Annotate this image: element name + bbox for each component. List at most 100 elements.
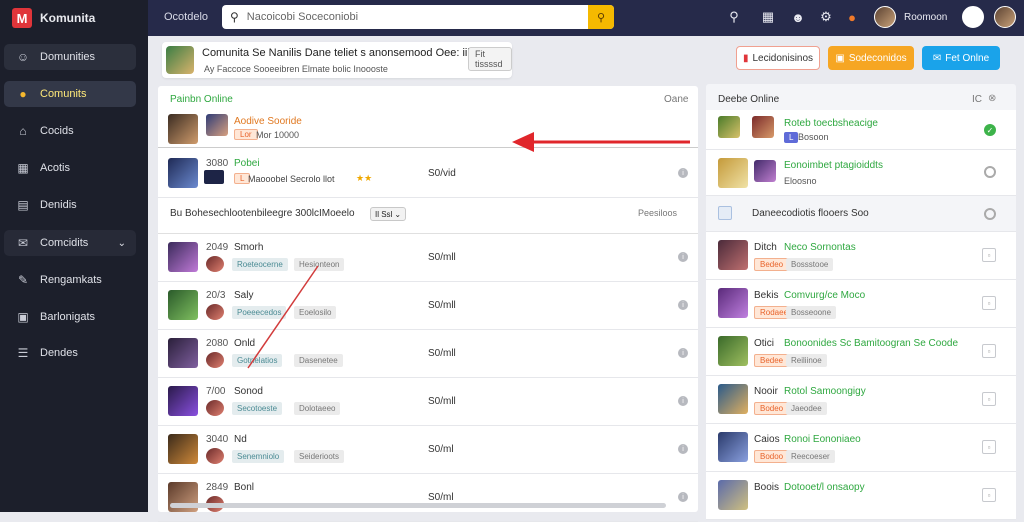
- sidebar-item-comcidits[interactable]: ✉ Comcidits ⌄: [4, 230, 136, 256]
- community-header: Comunita Se Nanilis Dane teliet s anonse…: [162, 42, 512, 78]
- item-name: Boois: [754, 482, 780, 493]
- info-icon[interactable]: i: [678, 396, 688, 406]
- breadcrumb[interactable]: Ocotdelo: [164, 11, 208, 23]
- header-button-3[interactable]: ✉ Fet Onlne: [922, 46, 1000, 70]
- subsection-action[interactable]: Peesiloos: [638, 208, 677, 218]
- sidebar-item-cocids[interactable]: ⌂ Cocids: [4, 118, 136, 144]
- subsection-header: Bu Bohesechlootenbileegre 300lcIMoeelo I…: [158, 198, 698, 234]
- avatar[interactable]: [962, 6, 984, 28]
- calendar-icon: ▦: [17, 161, 29, 175]
- item-name: Onld: [234, 338, 256, 349]
- list-icon: ☰: [17, 346, 29, 360]
- item-detail: Eloosno: [784, 176, 817, 186]
- expand-icon[interactable]: ▫: [982, 248, 996, 262]
- expand-icon[interactable]: ▫: [982, 488, 996, 502]
- sidebar-item-rengamkats[interactable]: ✎ Rengamkats: [4, 267, 136, 293]
- user-name[interactable]: Roomoon: [904, 12, 947, 23]
- tag-badge: Bedeo: [754, 258, 790, 271]
- player-avatar: [206, 304, 224, 320]
- sidebar-item-comunits[interactable]: ● Comunits: [4, 81, 136, 107]
- tag-badge: Poeeecedos: [232, 306, 287, 319]
- filter-dropdown[interactable]: Il Ssl ⌄: [370, 207, 407, 221]
- featured-row[interactable]: Aodive Sooride Lor Mor 10000: [158, 110, 698, 148]
- featured-row[interactable]: Roteb toecbsheacige L Bosoon ✓: [706, 110, 1016, 150]
- info-icon[interactable]: i: [678, 348, 688, 358]
- table-row[interactable]: 3040 Nd Senemniolo Seiderioots S0/ml i: [158, 426, 698, 474]
- close-icon[interactable]: ⊗: [988, 93, 996, 104]
- radio-icon[interactable]: [984, 208, 996, 220]
- item-name: Saly: [234, 290, 254, 301]
- item-name: Smorh: [234, 242, 264, 253]
- game-thumbnail: [718, 116, 740, 138]
- sidebar-item-acotis[interactable]: ▦ Acotis: [4, 155, 136, 181]
- sidebar-item-barlonigats[interactable]: ▣ Barlonigats: [4, 304, 136, 330]
- item-name: Pobei: [234, 158, 260, 169]
- search-submit-button[interactable]: ⚲: [588, 5, 614, 29]
- subsection-title: Bu Bohesechlootenbileegre 300lcIMoeelo: [170, 208, 355, 219]
- subsection-header: Daneecodiotis flooers Soo: [706, 196, 1016, 232]
- expand-icon[interactable]: ▫: [982, 344, 996, 358]
- table-row[interactable]: 2049 Smorh Roeteocerne Hesionteon S0/mll…: [158, 234, 698, 282]
- settings-icon[interactable]: ⚙: [818, 9, 834, 25]
- item-name: Nd: [234, 434, 247, 445]
- search-icon[interactable]: ⚲: [726, 9, 742, 25]
- expand-icon[interactable]: ▫: [982, 296, 996, 310]
- info-icon[interactable]: i: [678, 252, 688, 262]
- status-badge[interactable]: Fit tissssd: [468, 47, 512, 71]
- item-name: Ditch: [754, 242, 777, 253]
- sidebar-item-dendes[interactable]: ☰ Dendes: [4, 340, 136, 366]
- list-item[interactable]: Nooir Rotol Samoongigy Bodeo Jaeodee ▫: [706, 376, 1016, 424]
- tag-badge: Reecoeser: [786, 450, 835, 463]
- chart-icon: ▤: [17, 198, 29, 212]
- right-panel: Deebe Online IC ⊗ Roteb toecbsheacige L …: [706, 84, 1016, 520]
- tag-badge: Bodeo: [754, 402, 790, 415]
- item-price: S0/ml: [428, 492, 454, 503]
- tag-badge: Seiderioots: [294, 450, 345, 463]
- table-row[interactable]: 2080 Onld Gotnelatios Dasenetee S0/mll i: [158, 330, 698, 378]
- expand-icon[interactable]: ▫: [982, 392, 996, 406]
- list-item[interactable]: Otici Bonoonides Sc Bamitoogran Se Coode…: [706, 328, 1016, 376]
- check-icon[interactable]: ✓: [984, 124, 996, 136]
- horizontal-scrollbar[interactable]: [170, 503, 666, 508]
- header-button-2[interactable]: ▣ Sodeconidos: [828, 46, 914, 70]
- notification-icon[interactable]: ●: [844, 9, 860, 25]
- info-icon[interactable]: i: [678, 300, 688, 310]
- section-action[interactable]: Oane: [664, 94, 688, 105]
- expand-icon[interactable]: ▫: [982, 440, 996, 454]
- player-avatar: [206, 352, 224, 368]
- info-icon[interactable]: i: [678, 168, 688, 178]
- avatar[interactable]: [994, 6, 1016, 28]
- sidebar-item-denidis[interactable]: ▤ Denidis: [4, 192, 136, 218]
- list-item[interactable]: Bekis Comvurg/ce Moco Rodaee Bosseoone ▫: [706, 280, 1016, 328]
- game-thumbnail: [168, 338, 198, 368]
- item-name: Otici: [754, 338, 774, 349]
- tag-badge: Gotnelatios: [232, 354, 283, 367]
- info-icon[interactable]: i: [678, 444, 688, 454]
- info-icon[interactable]: i: [678, 492, 688, 502]
- avatar[interactable]: [874, 6, 896, 28]
- section-action[interactable]: IC: [972, 94, 982, 105]
- item-price: S0/vid: [428, 168, 456, 179]
- search-input[interactable]: [246, 11, 580, 23]
- chat-icon: ✉: [932, 52, 942, 64]
- subsection-title: Daneecodiotis flooers Soo: [752, 208, 869, 219]
- app-logo[interactable]: M Komunita: [12, 8, 95, 28]
- table-row[interactable]: 2849 Bonl S0/ml i: [158, 474, 698, 522]
- item-name: Sonod: [234, 386, 263, 397]
- list-item[interactable]: Ditch Neco Sornontas Bedeo Bossstooe ▫: [706, 232, 1016, 280]
- list-item[interactable]: Caios Ronoi Eononiaeo Bodoo Reecoeser ▫: [706, 424, 1016, 472]
- emoji-icon[interactable]: ☻: [790, 9, 806, 25]
- list-item[interactable]: Boois Dotooet/l onsaopy ▫: [706, 472, 1016, 520]
- player-avatar: [206, 448, 224, 464]
- featured-row[interactable]: 3080 Pobei L Maooobel Secrolo llot ★★ S0…: [158, 148, 698, 198]
- grid-icon[interactable]: ▦: [760, 9, 776, 25]
- item-price: S0/mll: [428, 348, 456, 359]
- featured-row[interactable]: Eonoimbet ptagioiddts Eloosno: [706, 150, 1016, 196]
- radio-icon[interactable]: [984, 166, 996, 178]
- table-row[interactable]: 20/3 Saly Poeeecedos Eoelosilo S0/mll i: [158, 282, 698, 330]
- header-button-1[interactable]: ▮ Lecidonisinos: [736, 46, 820, 70]
- section-title: Deebe Online: [718, 94, 780, 105]
- table-row[interactable]: 7/00 Sonod Secotoeste Dolotaeeo S0/mll i: [158, 378, 698, 426]
- sidebar-item-domunities[interactable]: ☺ Domunities: [4, 44, 136, 70]
- item-name: Aodive Sooride: [234, 116, 302, 127]
